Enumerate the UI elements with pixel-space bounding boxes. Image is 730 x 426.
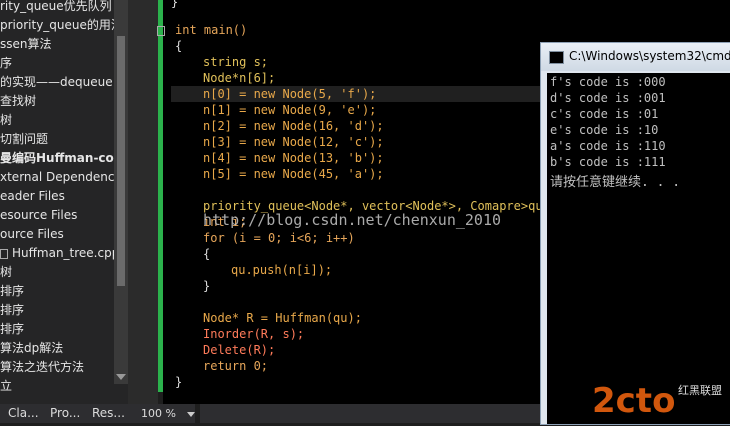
tree-item[interactable]: rity_queue优先队列 (0, 0, 112, 16)
solution-explorer: rity_queue优先队列 priority_queue的用法 ssen算法 … (0, 0, 128, 404)
code-line: for (i = 0; i<6; i++) (203, 231, 355, 245)
code-line: qu.push(n[i]); (231, 263, 333, 277)
tree-item[interactable]: 排序 (0, 301, 24, 320)
tree-item[interactable]: 排序 (0, 320, 24, 339)
svg-text:红黑联盟: 红黑联盟 (678, 384, 722, 397)
tree-item[interactable]: 切割问题 (0, 130, 48, 149)
tree-item[interactable]: 排序 (0, 282, 24, 301)
code-line: } (203, 279, 211, 293)
tab-resource-view[interactable]: Res... (92, 406, 125, 420)
code-line: n[2] = new Node(16, 'd'); (203, 119, 384, 133)
tree-item[interactable]: 的实现——dequeue (0, 73, 113, 92)
zoom-select[interactable]: 100 % (135, 404, 195, 423)
console-output: f's code is :000 d's code is :001 c's co… (547, 73, 730, 424)
tree-item-file[interactable]: Huffman_tree.cpp (0, 244, 119, 263)
tree-item[interactable]: 立 (0, 377, 12, 396)
code-line: string s; (203, 55, 269, 69)
tree-item[interactable]: ssen算法 (0, 35, 52, 54)
code-line: Node*n[6]; (203, 71, 276, 85)
code-line: return 0; (203, 359, 269, 373)
console-icon (549, 51, 564, 64)
tree-item[interactable]: esource Files (0, 206, 77, 225)
tree-item[interactable]: 序 (0, 54, 12, 73)
scrollbar-thumb[interactable] (117, 36, 125, 286)
editor-gutter (128, 0, 158, 404)
code-line: n[5] = new Node(45, 'a'); (203, 167, 384, 181)
code-line: n[3] = new Node(12, 'c'); (203, 135, 384, 149)
console-title: C:\Windows\system32\cmd (569, 49, 730, 63)
collapse-icon[interactable] (157, 26, 165, 36)
tab-property-manager[interactable]: Pro... (50, 406, 80, 420)
console-line: b's code is :111 (550, 155, 666, 169)
chevron-down-icon[interactable] (187, 412, 195, 417)
code-line: } (175, 375, 183, 389)
console-line: d's code is :001 (550, 91, 666, 105)
code-line: Node* R = Huffman(qu); (203, 311, 362, 325)
editor-horizontal-scrollbar[interactable] (200, 404, 540, 423)
tree-item[interactable]: 算法之迭代方法 (0, 358, 84, 377)
tab-class-view[interactable]: Cla... (8, 406, 39, 420)
code-line: Inorder(R, s); (203, 327, 305, 341)
site-logo: 2cto 红黑联盟 (592, 378, 728, 422)
tree-item[interactable]: 树 (0, 111, 12, 130)
code-line: { (203, 247, 211, 261)
console-window[interactable]: C:\Windows\system32\cmd f's code is :000… (540, 42, 730, 425)
tree-item[interactable]: 查找树 (0, 92, 36, 111)
tree-item[interactable]: 树 (0, 263, 12, 282)
zoom-value: 100 % (141, 407, 176, 420)
watermark-text: http://blog.csdn.net/chenxun_2010 (203, 211, 502, 229)
code-line: int main() (175, 23, 248, 37)
tree-item[interactable]: ource Files (0, 225, 64, 244)
svg-text:2cto: 2cto (592, 381, 675, 421)
scroll-down-icon[interactable] (116, 374, 126, 380)
tree-item[interactable]: 算法dp解法 (0, 339, 63, 358)
logo-mark-icon: 2cto 红黑联盟 (592, 381, 722, 421)
console-line: a's code is :110 (550, 139, 666, 153)
code-line: n[0] = new Node(5, 'f'); (203, 87, 377, 101)
explorer-scrollbar[interactable] (114, 0, 128, 384)
tree-item[interactable]: xternal Dependencie (0, 168, 125, 187)
tree-item[interactable]: eader Files (0, 187, 65, 206)
code-line: n[1] = new Node(9, 'e'); (203, 103, 377, 117)
console-line: c's code is :01 (550, 107, 659, 121)
tree-item[interactable]: priority_queue的用法 (0, 16, 123, 35)
tree-item-project[interactable]: 曼编码Huffman-cod (0, 149, 122, 168)
explorer-tabs: Cla... Pro... Res... (0, 404, 135, 423)
code-line: { (175, 39, 183, 53)
console-title-bar[interactable]: C:\Windows\system32\cmd (541, 43, 730, 71)
console-line: e's code is :10 (550, 123, 659, 137)
code-line: Delete(R); (203, 343, 276, 357)
console-line: f's code is :000 (550, 75, 666, 89)
code-line: } (171, 0, 179, 9)
console-line: 请按任意键继续. . . (550, 175, 681, 190)
code-line: n[4] = new Node(13, 'b'); (203, 151, 384, 165)
file-icon (0, 248, 8, 259)
